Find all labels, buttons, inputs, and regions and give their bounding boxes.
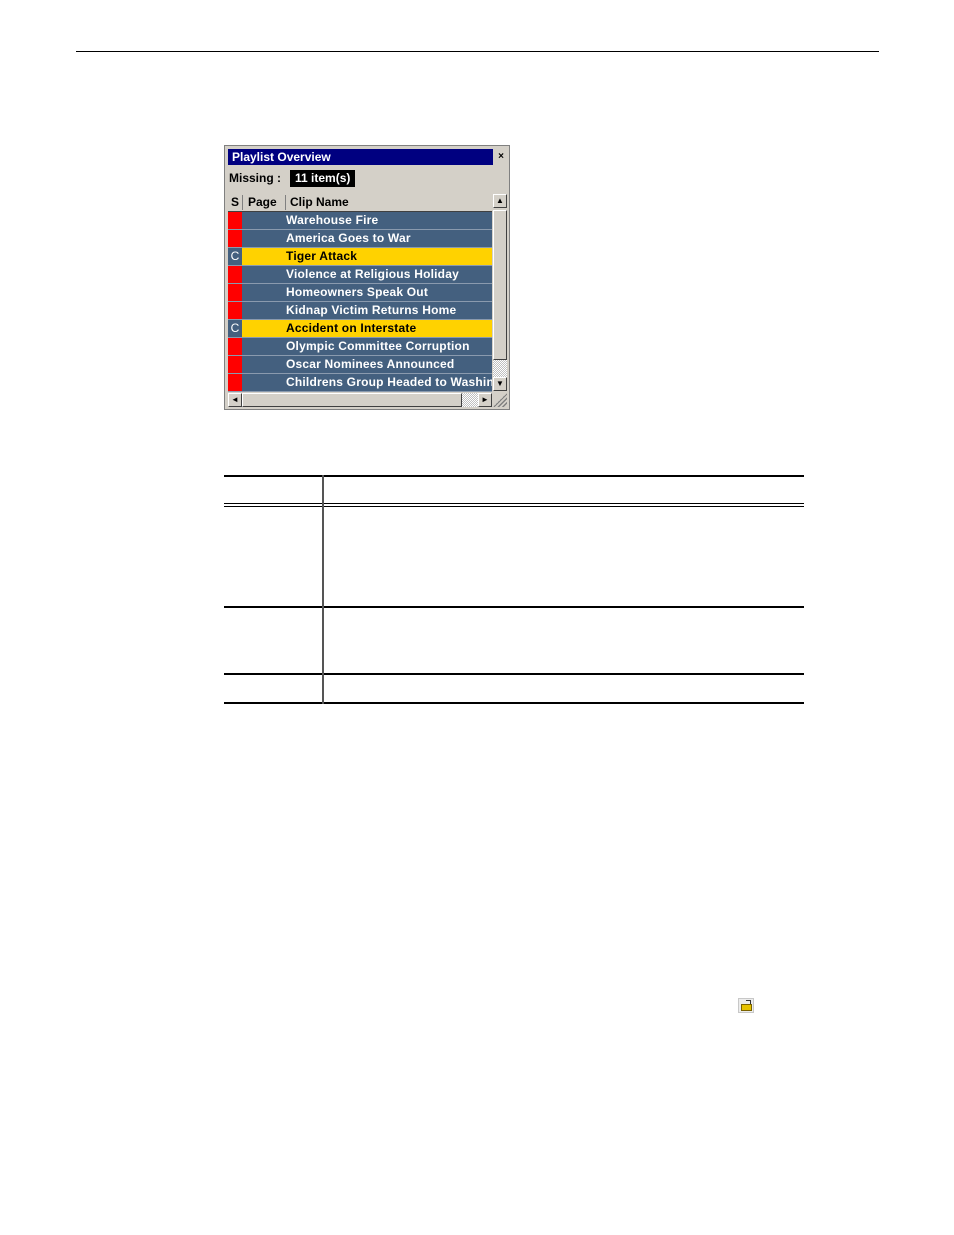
status-cell [228, 230, 242, 247]
close-icon[interactable]: × [496, 150, 506, 164]
status-cell [228, 284, 242, 301]
missing-count-badge: 11 item(s) [290, 170, 356, 187]
status-cell [228, 338, 242, 355]
table-column-divider [322, 475, 324, 704]
resize-grip-icon[interactable] [493, 393, 507, 407]
scroll-down-icon[interactable]: ▼ [493, 377, 507, 391]
table-row-rule [224, 673, 804, 675]
horizontal-scroll-track[interactable] [462, 393, 478, 407]
clip-row[interactable]: Childrens Group Headed to Washin [228, 374, 492, 392]
column-header-clip-name[interactable]: Clip Name [290, 195, 349, 209]
missing-label: Missing : [229, 171, 282, 185]
clip-name-cell: Kidnap Victim Returns Home [286, 303, 457, 317]
table-top-rule [224, 475, 804, 477]
status-cell [228, 302, 242, 319]
column-header-page[interactable]: Page [248, 195, 277, 209]
column-header-status[interactable]: S [231, 195, 239, 209]
clip-row[interactable]: Warehouse Fire [228, 212, 492, 230]
table-bottom-rule [224, 702, 804, 704]
clip-row[interactable]: Oscar Nominees Announced [228, 356, 492, 374]
clip-name-cell: Violence at Religious Holiday [286, 267, 459, 281]
status-cell [228, 212, 242, 229]
horizontal-scroll-thumb[interactable] [242, 393, 462, 407]
status-cell: C [228, 248, 242, 265]
table-header-rule [224, 503, 804, 504]
clip-row[interactable]: Olympic Committee Corruption [228, 338, 492, 356]
scroll-left-icon[interactable]: ◄ [228, 393, 242, 407]
clip-name-cell: Oscar Nominees Announced [286, 357, 455, 371]
scroll-up-icon[interactable]: ▲ [493, 194, 507, 208]
clip-name-cell: Homeowners Speak Out [286, 285, 429, 299]
column-header-row: S Page Clip Name [228, 194, 492, 212]
panel-title: Playlist Overview [228, 149, 493, 165]
column-separator[interactable] [242, 195, 243, 210]
clip-name-cell: Tiger Attack [286, 249, 358, 263]
status-cell [228, 374, 242, 391]
vertical-scroll-track[interactable] [493, 360, 507, 377]
clip-row[interactable]: Homeowners Speak Out [228, 284, 492, 302]
table-header-rule [224, 506, 804, 507]
status-cell: C [228, 320, 242, 337]
clip-name-cell: Accident on Interstate [286, 321, 417, 335]
status-cell [228, 356, 242, 373]
open-folder-icon [738, 998, 754, 1013]
clip-name-cell: Childrens Group Headed to Washin [286, 375, 492, 389]
clip-row[interactable]: Kidnap Victim Returns Home [228, 302, 492, 320]
column-separator[interactable] [285, 195, 286, 210]
clip-row[interactable]: C Tiger Attack [228, 248, 492, 266]
horizontal-scrollbar[interactable]: ◄ ► [228, 393, 492, 407]
clip-list: S Page Clip Name Warehouse Fire America G… [228, 194, 492, 393]
vertical-scrollbar[interactable]: ▲ ▼ [492, 194, 508, 393]
clip-name-cell: Warehouse Fire [286, 213, 379, 227]
scroll-right-icon[interactable]: ► [478, 393, 492, 407]
clip-row[interactable]: America Goes to War [228, 230, 492, 248]
clip-row[interactable]: Violence at Religious Holiday [228, 266, 492, 284]
playlist-overview-panel: Playlist Overview × Missing : 11 item(s)… [224, 145, 510, 410]
vertical-scroll-thumb[interactable] [493, 210, 507, 360]
clip-row[interactable]: C Accident on Interstate [228, 320, 492, 338]
clip-name-cell: Olympic Committee Corruption [286, 339, 470, 353]
clip-name-cell: America Goes to War [286, 231, 411, 245]
status-cell [228, 266, 242, 283]
header-rule [76, 51, 879, 52]
table-row-rule [224, 606, 804, 608]
